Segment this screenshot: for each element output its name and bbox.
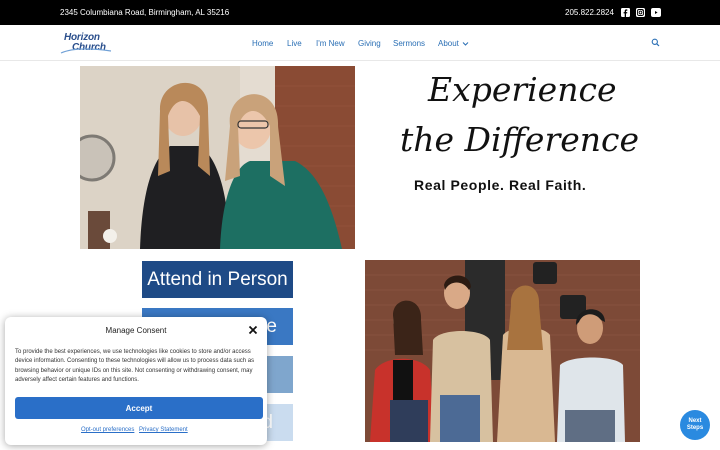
next-steps-button[interactable]: Next Steps — [680, 410, 710, 440]
horizon-church-logo[interactable]: Horizon Church — [60, 31, 112, 55]
logo-swoosh-icon — [60, 48, 112, 54]
accept-button[interactable]: Accept — [15, 397, 263, 419]
nav-sermons[interactable]: Sermons — [393, 39, 425, 48]
consent-body: To provide the best experiences, we use … — [15, 349, 255, 384]
nav-giving[interactable]: Giving — [358, 39, 381, 48]
next-steps-line1: Next — [688, 418, 702, 424]
facebook-icon[interactable] — [621, 8, 630, 17]
nav-home[interactable]: Home — [252, 39, 273, 48]
hero-photo — [80, 66, 355, 249]
nav-about[interactable]: About — [438, 39, 459, 48]
hero-script-line1: Experience — [428, 70, 617, 109]
nav-im-new[interactable]: I'm New — [316, 39, 345, 48]
hero-tagline: Real People. Real Faith. — [414, 177, 587, 193]
next-steps-line2: Steps — [686, 425, 704, 431]
nav-live[interactable]: Live — [287, 39, 302, 48]
search-icon[interactable] — [651, 38, 660, 47]
site-header: Horizon Church Home Live I'm New Giving … — [0, 25, 720, 61]
church-address: 2345 Columbiana Road, Birmingham, AL 352… — [60, 8, 230, 17]
hero-script-line2: the Difference — [400, 120, 640, 159]
church-phone[interactable]: 205.822.2824 — [565, 8, 614, 17]
instagram-icon[interactable] — [636, 8, 645, 17]
chevron-down-icon[interactable] — [462, 39, 469, 48]
close-icon[interactable] — [248, 325, 258, 335]
cookie-consent-dialog: Manage Consent To provide the best exper… — [5, 317, 267, 445]
group-photo — [365, 260, 640, 442]
opt-out-preferences-link[interactable]: Opt-out preferences — [81, 427, 134, 433]
youtube-icon[interactable] — [651, 8, 661, 17]
top-bar: 2345 Columbiana Road, Birmingham, AL 352… — [0, 0, 720, 25]
privacy-statement-link[interactable]: Privacy Statement — [139, 427, 188, 433]
attend-in-person-button[interactable]: Attend in Person — [142, 261, 293, 298]
consent-title: Manage Consent — [105, 326, 167, 335]
page: 2345 Columbiana Road, Birmingham, AL 352… — [0, 0, 720, 450]
